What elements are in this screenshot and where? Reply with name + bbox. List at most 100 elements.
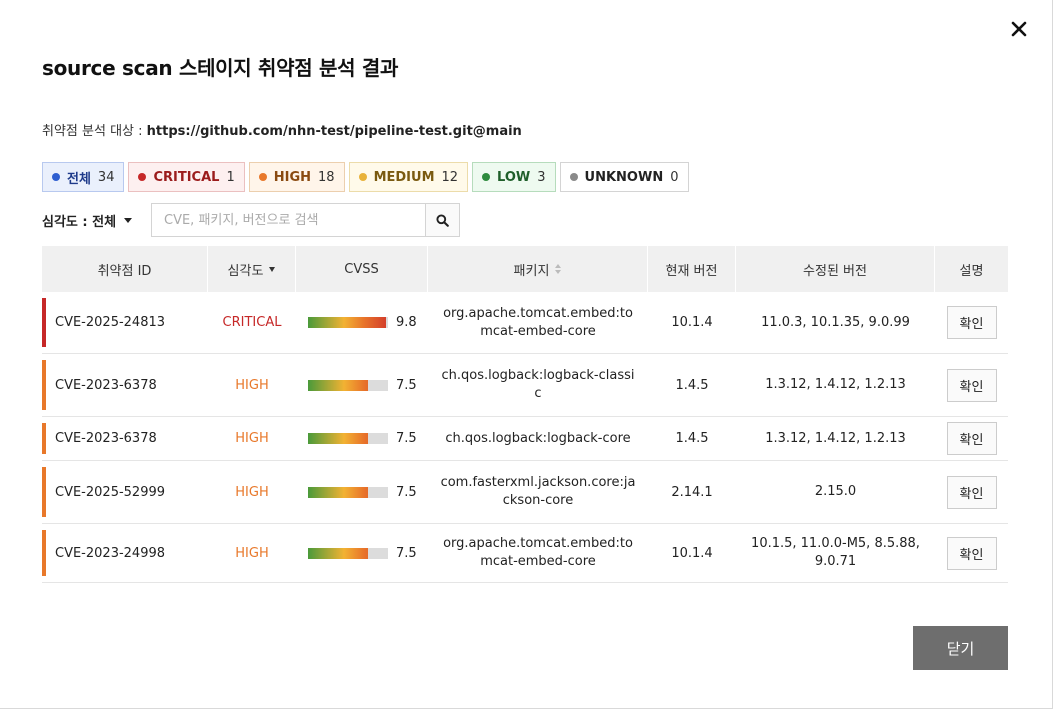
filter-chip-count: 1 [226,169,235,185]
cvss-gauge: 7.5 [308,484,417,500]
severity-label: HIGH [235,431,269,446]
cvss-fill [308,433,368,444]
caret-down-icon [124,217,133,223]
view-detail-button[interactable]: 확인 [946,536,997,570]
cell-severity: HIGH [208,354,296,416]
table-row: CVE-2023-6378 HIGH 7.5 ch.qos.logback:logba… [42,417,1008,461]
severity-label: CRITICAL [222,315,282,330]
view-detail-button[interactable]: 확인 [946,422,997,455]
dot-icon [358,173,367,181]
search-input[interactable] [152,204,425,236]
current-version: 10.1.4 [671,545,713,561]
cell-current-version: 1.4.5 [648,354,736,416]
dot-icon [569,173,578,181]
filter-chip-count: 12 [441,169,459,185]
filter-chip-label: LOW [497,169,531,185]
cell-id: CVE-2025-24813 [42,292,208,353]
cell-cvss: 7.5 [296,461,428,523]
filter-chip-label: MEDIUM [373,169,435,185]
header-current-version: 현재 버전 [648,246,736,292]
cell-cvss: 7.5 [296,354,428,416]
severity-dropdown[interactable]: 심각도 : 전체 [42,210,133,230]
cvss-track [308,317,388,328]
cve-id: CVE-2023-6378 [55,377,157,393]
search-button[interactable] [425,204,459,236]
table-body: CVE-2025-24813 CRITICAL 9.8 org.apache.tomc… [42,292,1008,583]
filter-chip[interactable]: 전체 34 [42,162,125,192]
cve-id: CVE-2023-24998 [55,545,166,561]
cell-fixed-version: 11.0.3, 10.1.35, 9.0.99 [736,292,935,353]
header-fixed-version: 수정된 버전 [736,246,935,292]
filter-chip[interactable]: HIGH 18 [248,162,345,192]
dot-icon [258,173,267,181]
cell-description: 확인 [935,417,1008,460]
close-button[interactable]: 닫기 [913,626,1008,670]
cvss-fill [308,547,368,559]
cell-severity: HIGH [208,524,296,582]
fixed-version: 10.1.5, 11.0.0-M5, 8.5.88, 9.0.71 [751,536,920,569]
filter-chip[interactable]: CRITICAL 1 [128,162,245,192]
view-detail-button[interactable]: 확인 [946,306,997,339]
filter-chip-label: UNKNOWN [584,169,664,185]
current-version: 10.1.4 [671,315,713,330]
cell-fixed-version: 1.3.12, 1.4.12, 1.2.13 [736,354,935,416]
view-detail-button[interactable]: 확인 [946,475,997,509]
scan-target-value: https://github.com/nhn-test/pipeline-tes… [146,124,522,139]
cvss-score: 7.5 [396,545,417,561]
cell-package: ch.qos.logback:logback-classic [428,354,648,416]
cell-cvss: 7.5 [296,417,428,460]
package-name: ch.qos.logback:logback-classic [441,368,635,401]
cvss-score: 7.5 [396,377,417,393]
close-icon[interactable] [1008,18,1030,40]
filter-chip[interactable]: UNKNOWN 0 [559,162,689,192]
cvss-track [308,486,388,498]
table-row: CVE-2023-6378 HIGH 7.5 ch.qos.logback:logba… [42,354,1008,417]
cve-id: CVE-2023-6378 [55,431,157,446]
cvss-fill [308,379,368,391]
cvss-fill [308,486,368,498]
severity-dropdown-label: 심각도 : 전체 [42,214,117,230]
current-version: 1.4.5 [675,377,709,393]
cvss-gauge: 9.8 [308,315,417,330]
cell-fixed-version: 10.1.5, 11.0.0-M5, 8.5.88, 9.0.71 [736,524,935,582]
severity-label: HIGH [235,377,269,393]
severity-indicator [42,360,46,410]
cell-current-version: 10.1.4 [648,292,736,353]
cell-description: 확인 [935,461,1008,523]
cell-cvss: 9.8 [296,292,428,353]
filter-chip-label: 전체 [67,171,91,187]
scan-target: 취약점 분석 대상 : https://github.com/nhn-test/… [42,120,522,139]
severity-indicator [42,298,46,347]
dot-icon [482,173,491,181]
fixed-version: 1.3.12, 1.4.12, 1.2.13 [765,430,906,446]
cell-package: org.apache.tomcat.embed:tomcat-embed-cor… [428,292,648,353]
search-box [151,203,460,237]
cvss-track [308,433,388,444]
header-package[interactable]: 패키지 [428,246,648,292]
current-version: 2.14.1 [671,484,713,500]
search-icon [436,213,449,227]
cell-fixed-version: 2.15.0 [736,461,935,523]
cvss-gauge: 7.5 [308,377,417,393]
package-name: org.apache.tomcat.embed:tomcat-embed-cor… [443,536,633,569]
severity-indicator [42,467,46,517]
filter-chip[interactable]: LOW 3 [472,162,556,192]
cell-package: org.apache.tomcat.embed:tomcat-embed-cor… [428,524,648,582]
filter-chip-count: 0 [670,169,679,185]
sort-desc-icon [269,266,276,272]
sort-icon [555,264,562,274]
package-name: ch.qos.logback:logback-core [445,430,631,446]
dot-icon [52,173,60,181]
cve-id: CVE-2025-24813 [55,315,166,330]
filter-chip-count: 18 [318,169,335,185]
filter-chip[interactable]: MEDIUM 12 [348,162,469,192]
cell-severity: HIGH [208,417,296,460]
header-severity[interactable]: 심각도 [208,246,296,292]
cvss-score: 7.5 [396,484,417,500]
dialog-title: source scan 스테이지 취약점 분석 결과 [42,56,399,80]
fixed-version: 11.0.3, 10.1.35, 9.0.99 [761,314,910,330]
view-detail-button[interactable]: 확인 [946,368,997,402]
cell-severity: HIGH [208,461,296,523]
severity-indicator [42,530,46,576]
fixed-version: 2.15.0 [814,484,857,499]
